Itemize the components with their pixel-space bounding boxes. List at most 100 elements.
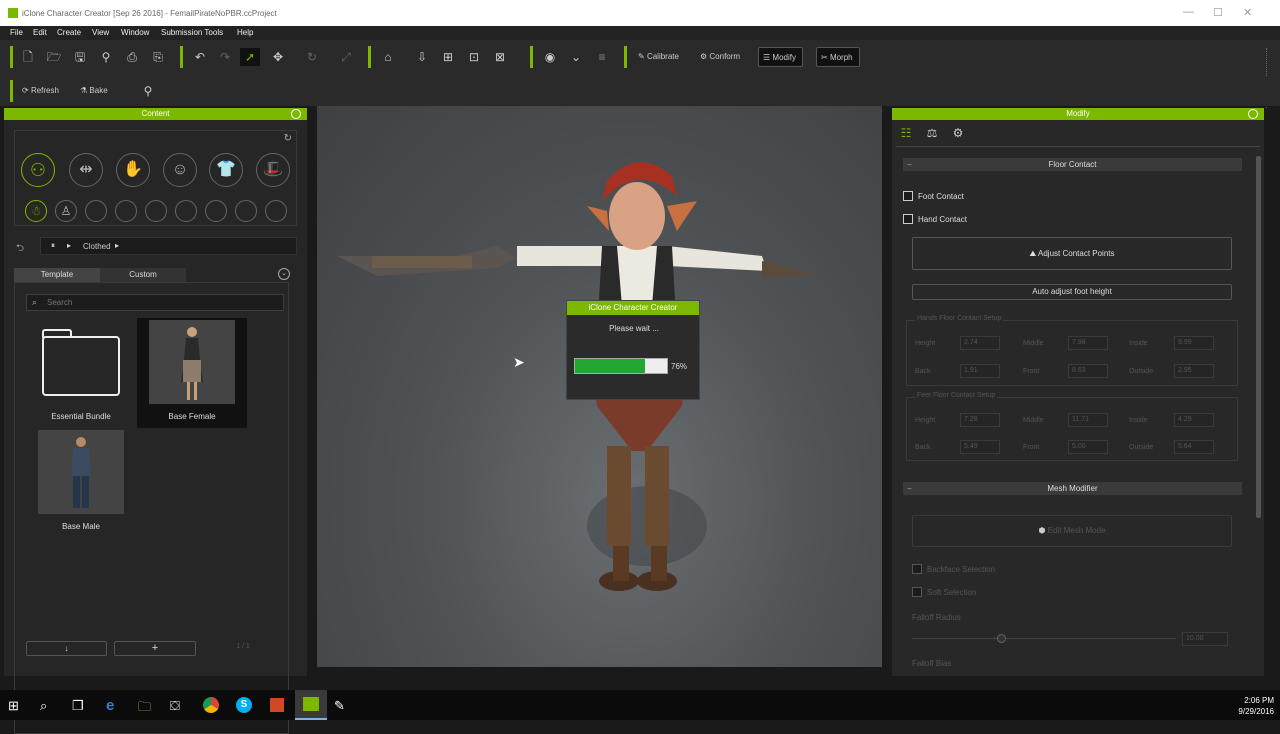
menu-window[interactable]: Window (121, 28, 149, 37)
physics-tab-icon[interactable]: ⚖ (922, 126, 942, 144)
collapse-icon[interactable]: − (907, 482, 912, 495)
soft-selection-checkbox[interactable] (912, 587, 922, 597)
clothing-category-icon[interactable]: 👕 (209, 153, 243, 187)
empty-slot-icon[interactable] (145, 200, 167, 222)
menu-edit[interactable]: Edit (33, 28, 47, 37)
back-icon[interactable]: ⮌ (16, 241, 24, 258)
conform-button[interactable]: ⚙ Conform (696, 47, 746, 67)
naked-subcategory-icon[interactable]: ♙ (55, 200, 77, 222)
tool-app-icon[interactable]: ✎ (334, 698, 345, 714)
maximize-button[interactable]: ☐ (1213, 6, 1223, 19)
library-item[interactable]: Base Male (26, 430, 136, 540)
windows-start-icon[interactable]: ⊞ (8, 698, 19, 714)
feet-inside-input[interactable]: 4.29 (1174, 413, 1214, 427)
skype-icon[interactable]: S (236, 697, 252, 713)
morph-button[interactable]: ✂ Morph (816, 47, 860, 67)
hands-height-input[interactable]: 2.74 (960, 336, 1000, 350)
feet-height-input[interactable]: 7.28 (960, 413, 1000, 427)
modify-button[interactable]: ☰ Modify (758, 47, 803, 67)
file-explorer-icon[interactable]: 🗀 (138, 698, 151, 720)
calibrate-button[interactable]: ✎ Calibrate (634, 47, 685, 67)
empty-slot-icon[interactable] (115, 200, 137, 222)
chevron-down-icon[interactable]: ⌄ (278, 268, 290, 280)
hand-contact-checkbox[interactable] (903, 214, 913, 224)
save-icon[interactable]: 🖫 (70, 48, 90, 66)
mesh-modifier-section[interactable]: − Mesh Modifier (903, 482, 1242, 495)
hands-back-input[interactable]: 1.91 (960, 364, 1000, 378)
menu-view[interactable]: View (92, 28, 109, 37)
grid-view-icon[interactable]: ⏸ (51, 241, 55, 251)
feet-middle-input[interactable]: 11.71 (1068, 413, 1108, 427)
new-file-icon[interactable]: 🗋 (18, 48, 38, 66)
breadcrumb-clothed[interactable]: Clothed (83, 242, 111, 251)
undo-icon[interactable]: ↶ (190, 48, 210, 66)
clothed-subcategory-icon[interactable]: ☃ (25, 200, 47, 222)
add-button[interactable]: + (114, 641, 196, 656)
menu-create[interactable]: Create (57, 28, 81, 37)
adjust-contact-points-button[interactable]: ⛰ Adjust Contact Points (912, 237, 1232, 270)
home-camera-icon[interactable]: ⌂ (378, 48, 398, 66)
backface-selection-checkbox[interactable] (912, 564, 922, 574)
empty-slot-icon[interactable] (85, 200, 107, 222)
camera-down-icon[interactable]: ⇩ (412, 48, 432, 66)
download-button[interactable]: ↓ (26, 641, 107, 656)
search-field[interactable]: ⌕ (26, 294, 284, 311)
refresh-button[interactable]: ⟳ Refresh (18, 81, 65, 101)
empty-slot-icon[interactable] (205, 200, 227, 222)
library-item[interactable]: Essential Bundle (26, 318, 136, 428)
hands-middle-input[interactable]: 7.98 (1068, 336, 1108, 350)
modify-scrollbar[interactable] (1256, 156, 1261, 518)
rotate-icon[interactable]: ↻ (302, 48, 322, 66)
auto-adjust-foot-height-button[interactable]: Auto adjust foot height (912, 284, 1232, 300)
open-folder-icon[interactable]: 🗁 (44, 48, 64, 66)
falloff-radius-input[interactable]: 10.00 (1182, 632, 1228, 646)
edit-mesh-mode-button[interactable]: ⬢ Edit Mesh Mode (912, 515, 1232, 547)
head-category-icon[interactable]: ☺ (163, 153, 197, 187)
floor-icon[interactable]: ≡ (592, 48, 612, 66)
sliders-tab-icon[interactable]: ☷ (896, 126, 916, 144)
frame-selected-icon[interactable]: ⊡ (464, 48, 484, 66)
empty-slot-icon[interactable] (265, 200, 287, 222)
collapse-icon[interactable]: − (907, 158, 912, 171)
modify-close-icon[interactable] (1248, 109, 1258, 119)
print-icon[interactable]: ⎘ (148, 48, 168, 66)
empty-slot-icon[interactable] (235, 200, 257, 222)
close-button[interactable]: ✕ (1243, 6, 1252, 19)
floor-contact-section[interactable]: − Floor Contact (903, 158, 1242, 171)
falloff-radius-slider[interactable] (912, 638, 1176, 639)
character-category-icon[interactable]: ⚇ (21, 153, 55, 187)
morph-category-icon[interactable]: ⇹ (69, 153, 103, 187)
falloff-radius-handle[interactable] (997, 634, 1006, 643)
skin-category-icon[interactable]: ✋ (116, 153, 150, 187)
edge-browser-icon[interactable]: e (106, 697, 114, 714)
feet-back-input[interactable]: 5.49 (960, 440, 1000, 454)
feet-front-input[interactable]: 5.00 (1068, 440, 1108, 454)
content-close-icon[interactable] (291, 109, 301, 119)
eye-icon[interactable]: ◉ (540, 48, 560, 66)
hands-front-input[interactable]: 8.63 (1068, 364, 1108, 378)
iclone-taskbar-button[interactable] (295, 690, 327, 720)
chrome-icon[interactable] (203, 697, 219, 713)
hands-inside-input[interactable]: 9.99 (1174, 336, 1214, 350)
scale-icon[interactable]: ⤢ (336, 48, 356, 66)
accessory-category-icon[interactable]: 🎩 (256, 153, 290, 187)
select-arrow-icon[interactable]: ➚ (240, 48, 260, 66)
minimize-button[interactable]: — (1183, 6, 1194, 18)
wireframe-icon[interactable]: ⌄ (566, 48, 586, 66)
material-tab-icon[interactable]: ⚙ (948, 126, 968, 144)
foot-contact-checkbox[interactable] (903, 191, 913, 201)
move-icon[interactable]: ✥ (268, 48, 288, 66)
export-icon[interactable]: ⚲ (96, 48, 116, 66)
office-app-icon[interactable] (270, 698, 284, 712)
redo-icon[interactable]: ↷ (215, 48, 235, 66)
tab-custom[interactable]: Custom (100, 268, 186, 282)
menu-file[interactable]: File (10, 28, 23, 37)
menu-help[interactable]: Help (237, 28, 253, 37)
task-view-icon[interactable]: ❐ (72, 698, 84, 714)
store-icon[interactable]: ⛋ (170, 698, 180, 714)
hanger-icon[interactable]: ⚲ (138, 82, 158, 100)
refresh-small-icon[interactable]: ↻ (284, 133, 292, 144)
menu-submission-tools[interactable]: Submission Tools (161, 28, 223, 37)
library-item-selected[interactable]: Base Female (137, 318, 247, 428)
bake-button[interactable]: ⚗ Bake (76, 81, 114, 101)
